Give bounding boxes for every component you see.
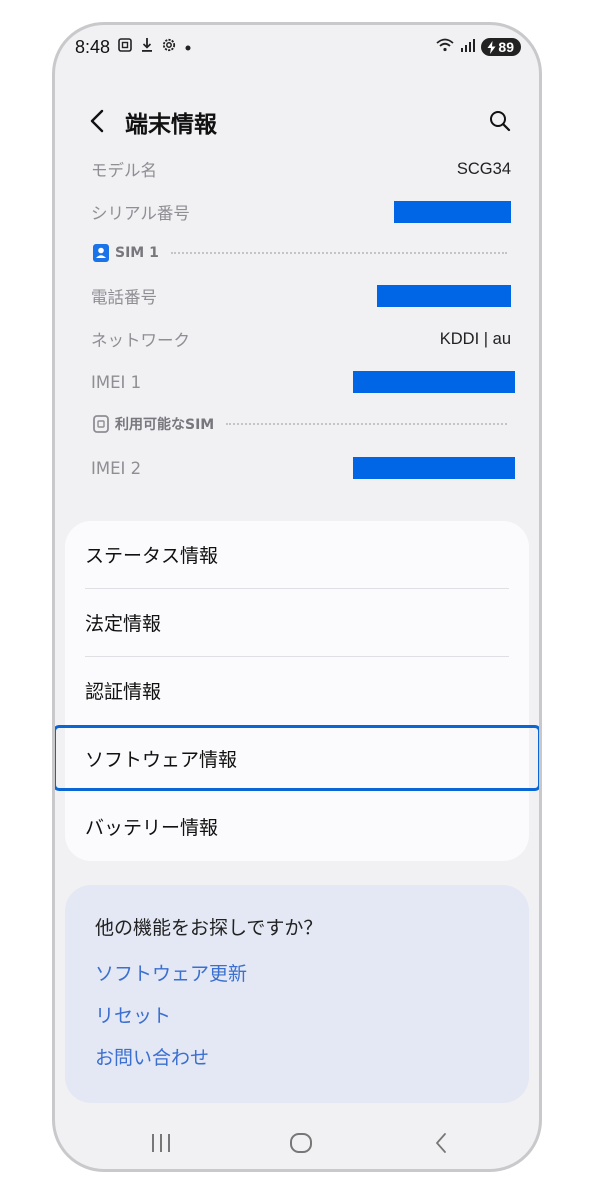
menu-item-software-info[interactable]: ソフトウェア情報 (55, 725, 539, 791)
menu-item-battery-info[interactable]: バッテリー情報 (65, 793, 529, 859)
info-menu-card: ステータス情報 法定情報 認証情報 ソフトウェア情報 バッテリー情報 (55, 521, 539, 861)
status-right: 89 (435, 37, 521, 58)
battery-indicator: 89 (481, 38, 521, 56)
back-button[interactable] (83, 107, 111, 135)
phone-frame: 8:48 89 端末情報 モデル名 SCG34 シリアル番号 SIM 1 電話番… (52, 22, 542, 1172)
recent-apps-icon (152, 1134, 170, 1152)
sim1-section-label: SIM 1 (115, 245, 159, 261)
menu-item-status-info[interactable]: ステータス情報 (65, 521, 529, 587)
network-label: ネットワーク (91, 331, 190, 350)
status-time: 8:48 (75, 36, 111, 57)
battery-level: 89 (498, 39, 514, 55)
menu-item-label: ステータス情報 (85, 544, 219, 567)
back-arrow-icon (90, 109, 104, 133)
imei2-label: IMEI 2 (91, 458, 142, 478)
imei2-row: IMEI 2 (91, 454, 515, 482)
dotted-divider (226, 423, 507, 425)
dotted-divider (170, 252, 507, 254)
menu-item-legal-info[interactable]: 法定情報 (65, 589, 529, 655)
wifi-icon (435, 37, 455, 58)
redaction-bar (353, 371, 515, 393)
home-button[interactable] (281, 1127, 321, 1159)
signal-icon (460, 37, 476, 58)
status-bar: 8:48 89 (55, 25, 539, 69)
sim-card-icon (93, 415, 109, 433)
redaction-bar (353, 457, 515, 479)
screenshot-icon (117, 37, 133, 58)
link-contact-us[interactable]: お問い合わせ (95, 1043, 209, 1070)
page-title: 端末情報 (125, 112, 217, 138)
menu-item-label: 法定情報 (85, 612, 162, 635)
serial-label: シリアル番号 (91, 204, 190, 223)
search-button[interactable] (485, 106, 515, 136)
suggestion-title: 他の機能をお探しですか？ (95, 917, 323, 939)
network-row: ネットワーク KDDI | au (91, 325, 511, 353)
suggestion-card: 他の機能をお探しですか？ ソフトウェア更新 リセット お問い合わせ (65, 885, 529, 1103)
available-sim-section-label: 利用可能なSIM (115, 417, 215, 433)
app-header: 端末情報 (55, 93, 539, 149)
serial-row: シリアル番号 (91, 198, 511, 226)
model-label: モデル名 (91, 161, 157, 180)
link-software-update[interactable]: ソフトウェア更新 (95, 959, 247, 986)
settings-icon (161, 37, 177, 58)
sim-user-icon (93, 244, 109, 262)
status-left: 8:48 (75, 37, 192, 58)
network-value: KDDI | au (439, 329, 511, 348)
phone-number-row: 電話番号 (91, 282, 511, 310)
redaction-bar (394, 201, 511, 223)
notification-dot-icon (184, 37, 192, 57)
back-nav-button[interactable] (421, 1127, 461, 1159)
imei1-label: IMEI 1 (91, 372, 142, 392)
link-reset[interactable]: リセット (95, 1001, 171, 1028)
recent-apps-button[interactable] (141, 1127, 181, 1159)
menu-item-label: ソフトウェア情報 (85, 748, 238, 771)
redaction-bar (377, 285, 511, 307)
sim1-section-header: SIM 1 (93, 240, 507, 266)
menu-item-certification-info[interactable]: 認証情報 (65, 657, 529, 723)
navigation-bar (55, 1119, 539, 1169)
search-icon (490, 111, 511, 132)
available-sim-section-header: 利用可能なSIM (93, 411, 507, 437)
model-row: モデル名 SCG34 (91, 155, 511, 183)
download-icon (140, 37, 154, 58)
home-icon (290, 1133, 312, 1153)
imei1-row: IMEI 1 (91, 368, 515, 396)
menu-item-label: 認証情報 (85, 680, 162, 703)
menu-item-label: バッテリー情報 (85, 816, 219, 839)
charging-icon (487, 40, 496, 54)
back-nav-icon (436, 1133, 446, 1153)
phone-number-label: 電話番号 (91, 288, 157, 307)
model-value: SCG34 (456, 159, 511, 178)
